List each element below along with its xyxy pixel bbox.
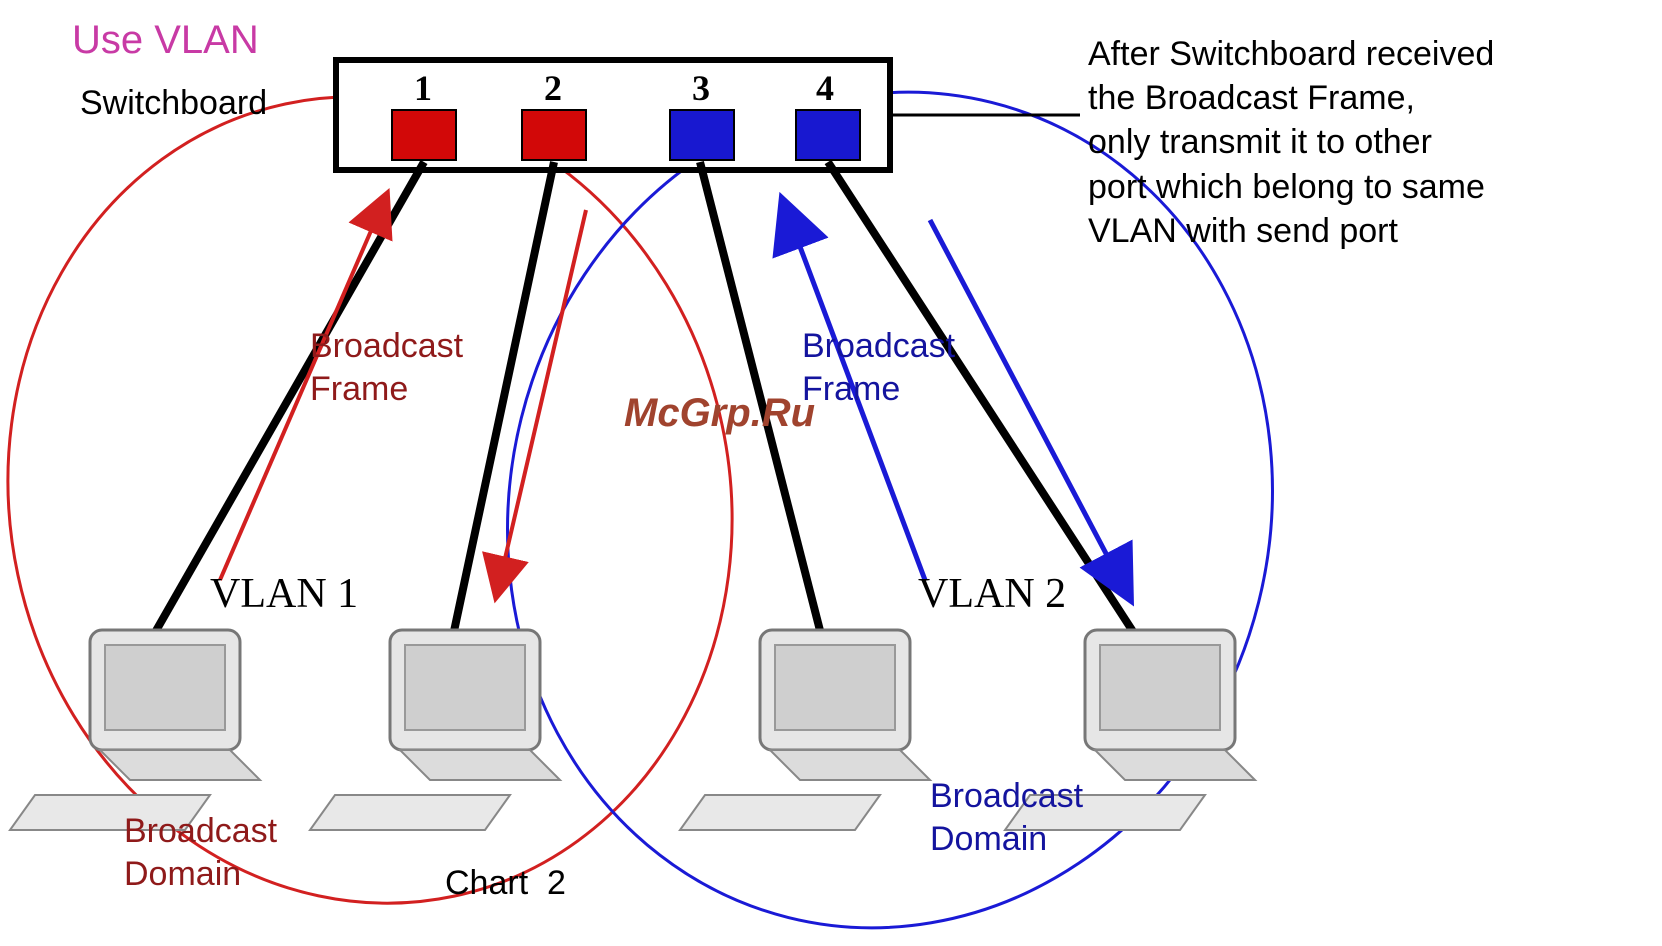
computer-b: [310, 630, 560, 830]
port-2: [522, 110, 586, 160]
computer-c: [680, 630, 930, 830]
port-number-2: 2: [544, 66, 562, 111]
vlan2-label: VLAN 2: [918, 568, 1066, 621]
vlan2-arrow-down: [930, 220, 1120, 580]
switchboard-label: Switchboard: [80, 82, 267, 125]
port-number-4: 4: [816, 66, 834, 111]
vlan1-arrow-down: [500, 210, 586, 580]
chart-caption: Chart 2: [445, 862, 566, 905]
watermark: McGrp.Ru: [624, 388, 815, 438]
broadcast-frame-label-right: Broadcast Frame: [802, 325, 955, 410]
broadcast-domain-label-left: Broadcast Domain: [124, 810, 277, 895]
port-1: [392, 110, 456, 160]
explanation-text: After Switchboard received the Broadcast…: [1088, 32, 1494, 253]
port-number-1: 1: [414, 66, 432, 111]
broadcast-domain-label-right: Broadcast Domain: [930, 775, 1083, 860]
port-number-3: 3: [692, 66, 710, 111]
port-4: [796, 110, 860, 160]
title-use-vlan: Use VLAN: [72, 15, 259, 65]
port-3: [670, 110, 734, 160]
broadcast-frame-label-left: Broadcast Frame: [310, 325, 463, 410]
diagram-canvas: Use VLAN Switchboard 1 2 3 4 After Switc…: [0, 0, 1662, 946]
vlan1-label: VLAN 1: [210, 568, 358, 621]
computer-a: [10, 630, 260, 830]
